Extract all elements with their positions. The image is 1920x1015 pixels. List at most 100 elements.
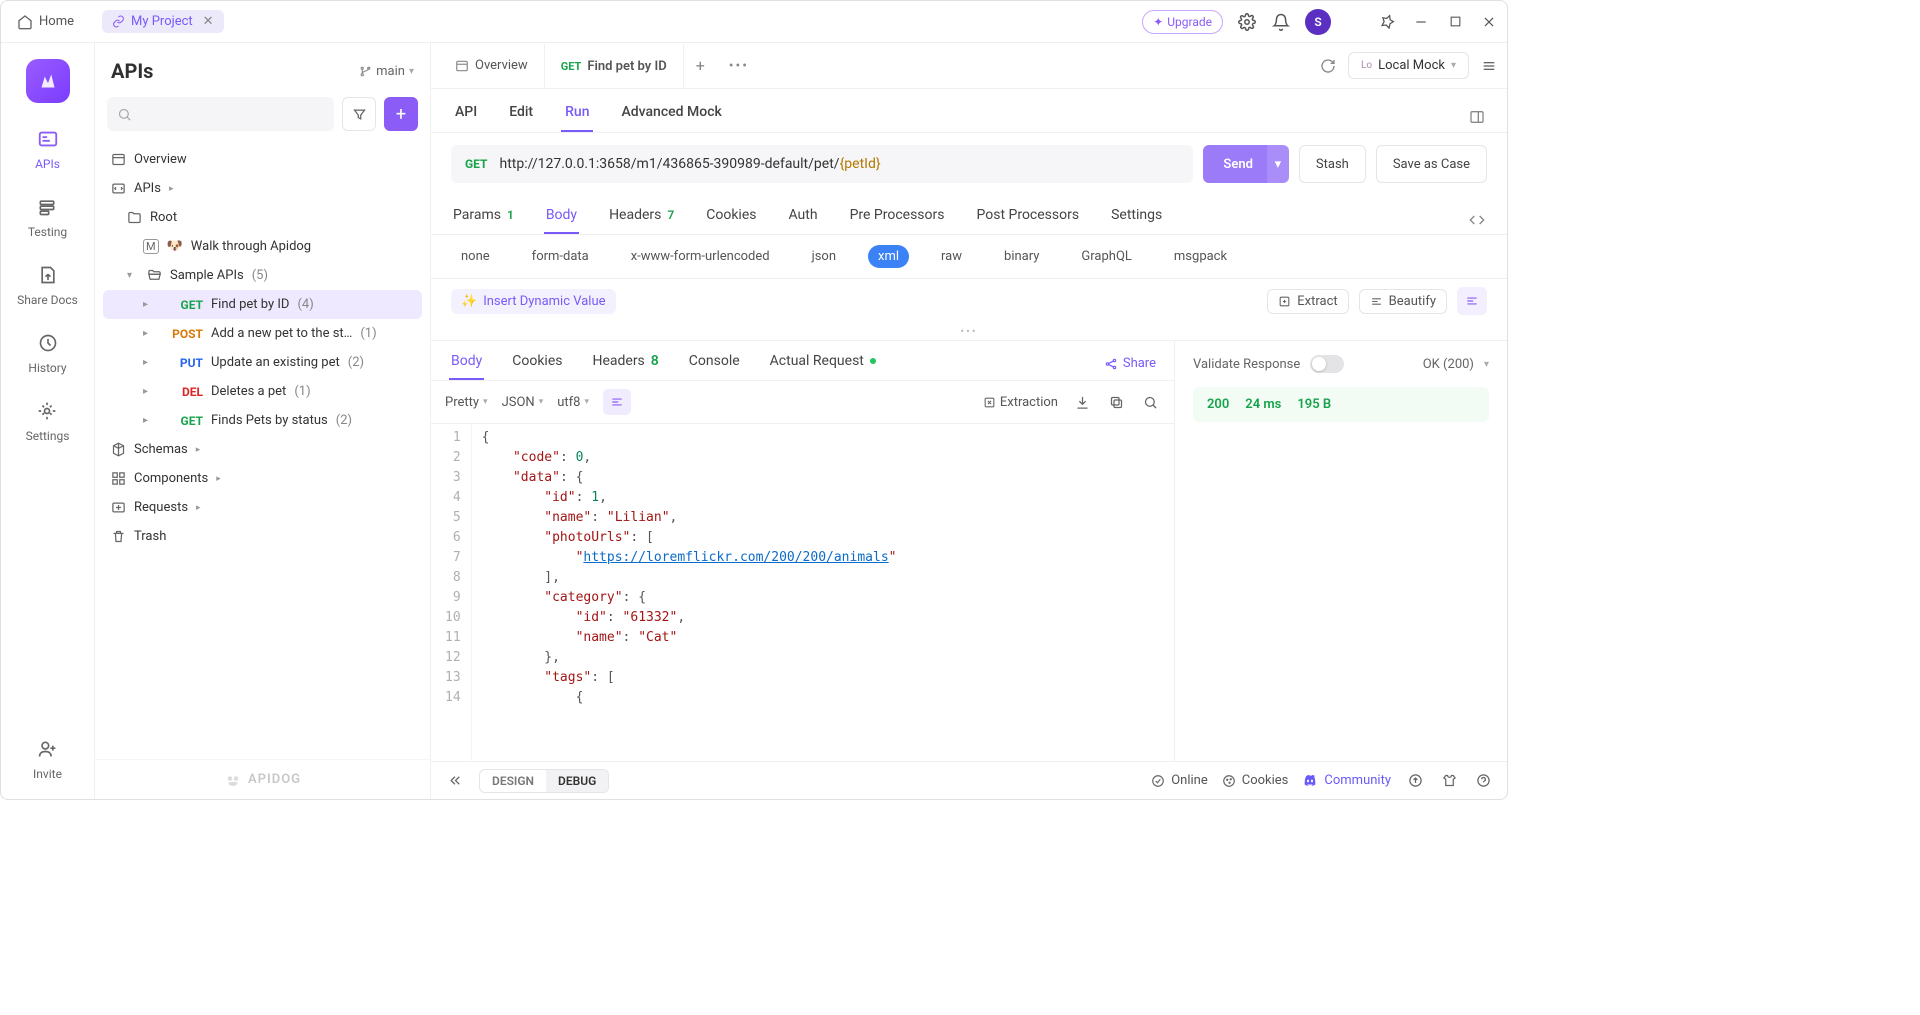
panel-toggle-icon[interactable] xyxy=(1467,112,1487,132)
maximize-icon[interactable] xyxy=(1445,12,1465,32)
upload-icon[interactable] xyxy=(1405,771,1425,791)
chevron-down-icon[interactable]: ▾ xyxy=(1484,359,1489,370)
home-button[interactable]: Home xyxy=(9,10,82,34)
rail-invite[interactable]: Invite xyxy=(33,735,62,781)
beautify-button[interactable]: Beautify xyxy=(1359,289,1447,314)
wrap-toggle-icon[interactable] xyxy=(603,389,631,415)
view-pretty-select[interactable]: Pretty▾ xyxy=(445,395,488,410)
bell-icon[interactable] xyxy=(1271,12,1291,32)
req-tab-pre[interactable]: Pre Processors xyxy=(848,207,947,234)
minimize-icon[interactable] xyxy=(1411,12,1431,32)
tree-requests[interactable]: Requests ▸ xyxy=(103,493,422,522)
refresh-icon[interactable] xyxy=(1318,56,1338,76)
new-tab-button[interactable]: + xyxy=(684,56,717,75)
environment-selector[interactable]: Lo Local Mock ▾ xyxy=(1348,52,1469,79)
branch-selector[interactable]: main ▾ xyxy=(359,64,414,79)
rail-apis[interactable]: APIs xyxy=(34,125,62,171)
tree-apis-group[interactable]: APIs ▸ xyxy=(103,174,422,203)
mode-api[interactable]: API xyxy=(451,104,481,132)
resp-tab-headers[interactable]: Headers8 xyxy=(590,353,660,380)
tree-components[interactable]: Components ▸ xyxy=(103,464,422,493)
code-icon[interactable] xyxy=(1467,214,1487,234)
req-tab-cookies[interactable]: Cookies xyxy=(704,207,758,234)
tree-schemas[interactable]: Schemas ▸ xyxy=(103,435,422,464)
pin-icon[interactable] xyxy=(1377,12,1397,32)
tab-overview[interactable]: Overview xyxy=(439,43,544,88)
rail-history[interactable]: History xyxy=(28,329,66,375)
tree-root[interactable]: Root xyxy=(103,203,422,232)
send-button[interactable]: Send xyxy=(1203,145,1273,183)
app-logo[interactable] xyxy=(26,59,70,103)
mode-advanced-mock[interactable]: Advanced Mock xyxy=(617,104,725,132)
body-type-GraphQL[interactable]: GraphQL xyxy=(1071,245,1141,268)
download-icon[interactable] xyxy=(1072,392,1092,412)
body-type-x-www-form-urlencoded[interactable]: x-www-form-urlencoded xyxy=(621,245,780,268)
resp-tab-cookies[interactable]: Cookies xyxy=(510,353,564,380)
shirt-icon[interactable] xyxy=(1439,771,1459,791)
resize-handle[interactable]: ••• xyxy=(431,323,1507,340)
status-cookies[interactable]: Cookies xyxy=(1222,773,1289,788)
tab-more-icon[interactable]: ••• xyxy=(717,58,761,74)
body-type-json[interactable]: json xyxy=(802,245,846,268)
status-community[interactable]: Community xyxy=(1302,773,1391,789)
avatar[interactable]: S xyxy=(1305,9,1331,35)
req-tab-settings[interactable]: Settings xyxy=(1109,207,1164,234)
tree-endpoint[interactable]: ▸ GET Find pet by ID (4) xyxy=(103,290,422,319)
body-type-msgpack[interactable]: msgpack xyxy=(1164,245,1237,268)
resp-tab-body[interactable]: Body xyxy=(449,353,484,380)
add-button[interactable]: + xyxy=(384,97,418,131)
filter-button[interactable] xyxy=(342,97,376,131)
tree-walkthrough[interactable]: M 🐶 Walk through Apidog xyxy=(103,232,422,261)
format-select[interactable]: JSON▾ xyxy=(502,395,544,410)
tree-overview[interactable]: Overview xyxy=(103,145,422,174)
body-type-none[interactable]: none xyxy=(451,245,500,268)
menu-icon[interactable] xyxy=(1479,56,1499,76)
send-dropdown[interactable]: ▾ xyxy=(1267,145,1289,183)
req-tab-body[interactable]: Body xyxy=(544,207,579,234)
gear-icon[interactable] xyxy=(1237,12,1257,32)
save-as-case-button[interactable]: Save as Case xyxy=(1376,145,1487,183)
status-online[interactable]: Online xyxy=(1151,773,1208,788)
project-tab[interactable]: My Project ✕ xyxy=(102,10,224,33)
copy-icon[interactable] xyxy=(1106,392,1126,412)
tab-find-pet[interactable]: GET Find pet by ID xyxy=(544,43,684,88)
mode-run[interactable]: Run xyxy=(561,104,593,132)
share-button[interactable]: Share xyxy=(1104,356,1156,380)
tree-trash[interactable]: Trash xyxy=(103,522,422,551)
sidebar-search-input[interactable] xyxy=(107,97,334,131)
validate-response-toggle[interactable] xyxy=(1310,355,1344,373)
tree-endpoint[interactable]: ▸ PUT Update an existing pet (2) xyxy=(103,348,422,377)
body-type-xml[interactable]: xml xyxy=(868,245,909,268)
tree-sample-apis[interactable]: ▾ Sample APIs (5) xyxy=(103,261,422,290)
upgrade-button[interactable]: ✦ Upgrade xyxy=(1142,10,1223,34)
tree-endpoint[interactable]: ▸ DEL Deletes a pet (1) xyxy=(103,377,422,406)
body-type-form-data[interactable]: form-data xyxy=(522,245,599,268)
search-response-icon[interactable] xyxy=(1140,392,1160,412)
collapse-left-icon[interactable] xyxy=(445,771,465,791)
body-type-binary[interactable]: binary xyxy=(994,245,1049,268)
req-tab-params[interactable]: Params1 xyxy=(451,207,516,234)
format-toggle-icon[interactable] xyxy=(1457,287,1487,315)
url-input[interactable]: GET http://127.0.0.1:3658/m1/436865-3909… xyxy=(451,145,1193,183)
rail-testing[interactable]: Testing xyxy=(28,193,67,239)
resp-tab-console[interactable]: Console xyxy=(687,353,742,380)
tree-endpoint[interactable]: ▸ GET Finds Pets by status (2) xyxy=(103,406,422,435)
body-type-raw[interactable]: raw xyxy=(931,245,972,268)
stash-button[interactable]: Stash xyxy=(1299,145,1366,183)
close-window-icon[interactable] xyxy=(1479,12,1499,32)
rail-share-docs[interactable]: Share Docs xyxy=(17,261,78,307)
close-tab-icon[interactable]: ✕ xyxy=(203,14,214,29)
mode-design[interactable]: DESIGN xyxy=(480,770,546,792)
encoding-select[interactable]: utf8▾ xyxy=(557,395,589,410)
insert-dynamic-value-button[interactable]: ✨ Insert Dynamic Value xyxy=(451,289,616,314)
mode-edit[interactable]: Edit xyxy=(505,104,537,132)
tree-endpoint[interactable]: ▸ POST Add a new pet to the st… (1) xyxy=(103,319,422,348)
mode-debug[interactable]: DEBUG xyxy=(546,770,608,792)
req-tab-headers[interactable]: Headers7 xyxy=(607,207,676,234)
resp-tab-actual[interactable]: Actual Request xyxy=(768,353,878,380)
req-tab-post[interactable]: Post Processors xyxy=(975,207,1082,234)
extraction-button[interactable]: Extraction xyxy=(983,395,1058,410)
help-icon[interactable] xyxy=(1473,771,1493,791)
req-tab-auth[interactable]: Auth xyxy=(786,207,819,234)
response-body-viewer[interactable]: 1234567891011121314 { "code": 0, "data":… xyxy=(431,424,1174,761)
